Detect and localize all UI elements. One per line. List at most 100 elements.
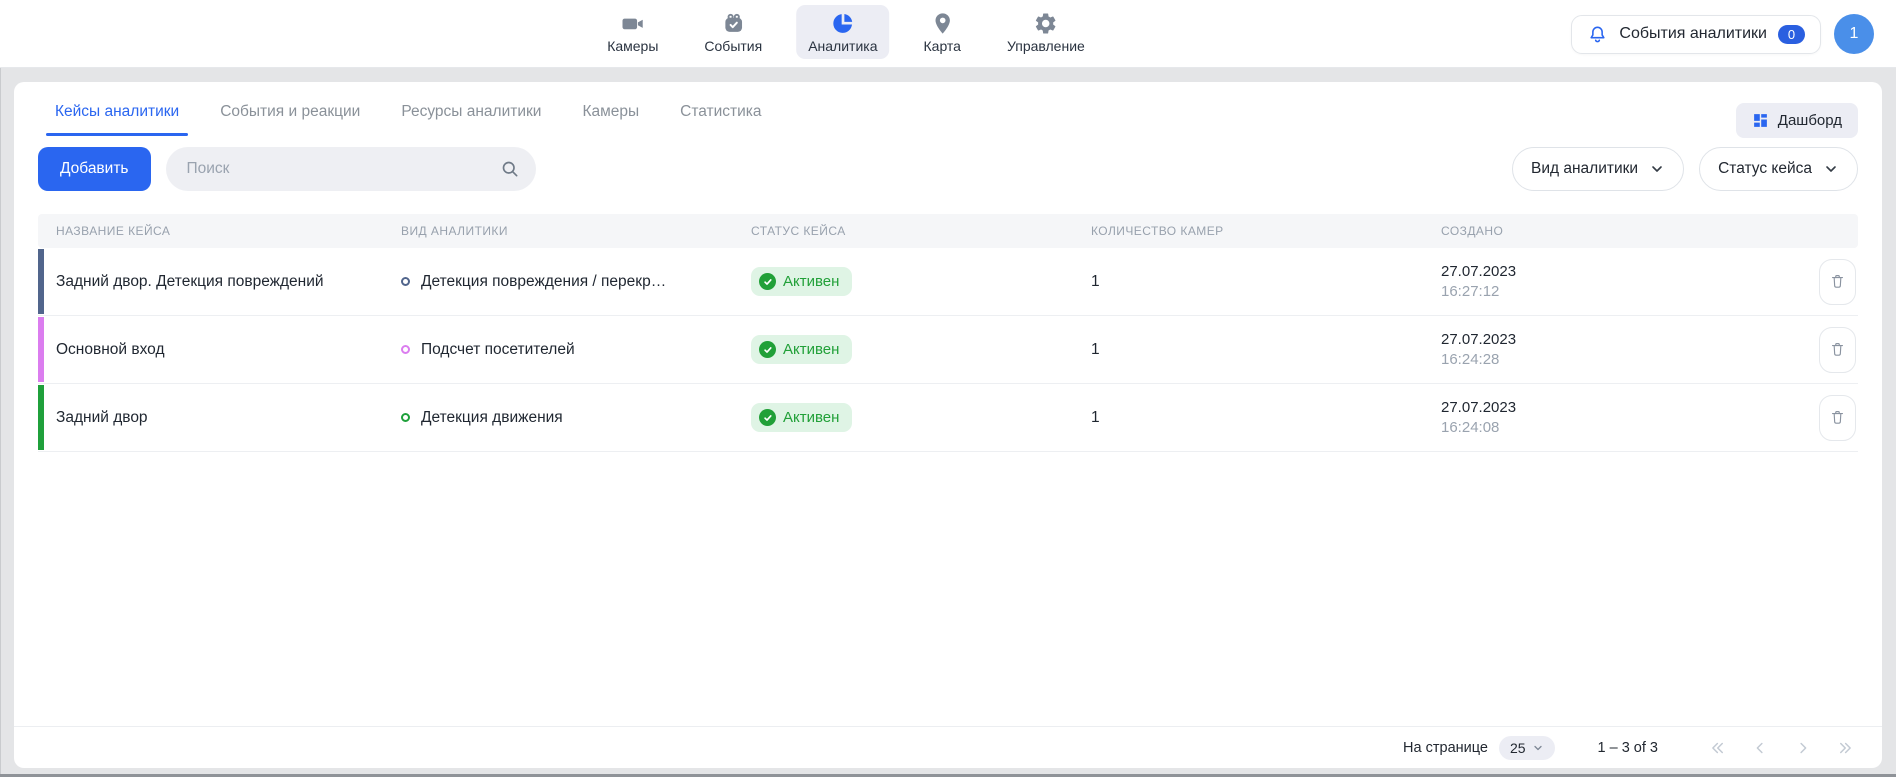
- analytics-type-filter-label: Вид аналитики: [1531, 160, 1638, 178]
- per-page-select[interactable]: 25: [1499, 736, 1555, 760]
- column-header-name: НАЗВАНИЕ КЕЙСА: [38, 224, 383, 238]
- created-date: 27.07.2023: [1441, 398, 1772, 418]
- first-page-icon[interactable]: [1708, 739, 1726, 757]
- avatar[interactable]: 1: [1834, 14, 1874, 54]
- case-status-filter-label: Статус кейса: [1718, 160, 1812, 178]
- created-cell: 27.07.2023 16:24:28: [1423, 330, 1772, 369]
- events-count-badge: 0: [1778, 25, 1805, 44]
- delete-case-button[interactable]: [1819, 259, 1856, 305]
- delete-case-button[interactable]: [1819, 395, 1856, 441]
- column-header-cameras: КОЛИЧЕСТВО КАМЕР: [1073, 224, 1423, 238]
- search-input[interactable]: [187, 160, 500, 178]
- case-status: Активен: [733, 267, 1073, 296]
- nav-label: Аналитика: [808, 38, 877, 54]
- nav-label: Карта: [924, 38, 961, 54]
- row-actions: [1772, 259, 1858, 305]
- table-header: НАЗВАНИЕ КЕЙСА ВИД АНАЛИТИКИ СТАТУС КЕЙС…: [38, 214, 1858, 248]
- status-badge: Активен: [751, 335, 852, 364]
- status-badge: Активен: [751, 403, 852, 432]
- per-page-control: На странице 25: [1403, 736, 1554, 760]
- dashboard-button-label: Дашборд: [1778, 112, 1842, 129]
- check-icon: [759, 341, 776, 358]
- map-pin-icon: [930, 11, 955, 36]
- chevron-down-icon: [1823, 161, 1839, 177]
- nav-item-cameras[interactable]: Камеры: [595, 5, 670, 59]
- last-page-icon[interactable]: [1837, 739, 1855, 757]
- top-bar: Камеры События Аналитика Карта Управлени…: [0, 0, 1896, 68]
- case-status: Активен: [733, 335, 1073, 364]
- case-name: Задний двор. Детекция повреждений: [38, 273, 383, 291]
- nav-item-analytics[interactable]: Аналитика: [796, 5, 889, 59]
- toolbar: Добавить Вид аналитики Статус кейса: [14, 138, 1882, 191]
- tabs-row: Кейсы аналитики События и реакции Ресурс…: [14, 82, 1882, 138]
- per-page-value: 25: [1510, 740, 1526, 756]
- tabs: Кейсы аналитики События и реакции Ресурс…: [55, 103, 762, 136]
- status-badge: Активен: [751, 267, 852, 296]
- table-row[interactable]: Основной вход Подсчет посетителей Активе…: [38, 316, 1858, 384]
- case-color-bar: [38, 317, 44, 382]
- pager: [1708, 739, 1855, 757]
- created-date: 27.07.2023: [1441, 262, 1772, 282]
- per-page-label: На странице: [1403, 740, 1488, 756]
- analytics-type-icon: [401, 413, 410, 422]
- analytics-cases-panel: Кейсы аналитики События и реакции Ресурс…: [14, 82, 1882, 768]
- nav-item-events[interactable]: События: [692, 5, 774, 59]
- case-analytics-type: Детекция движения: [383, 409, 733, 427]
- row-actions: [1772, 327, 1858, 373]
- events-icon: [721, 11, 746, 36]
- filters: Вид аналитики Статус кейса: [1512, 147, 1858, 191]
- check-icon: [759, 409, 776, 426]
- dashboard-button[interactable]: Дашборд: [1736, 103, 1858, 138]
- created-time: 16:27:12: [1441, 282, 1772, 302]
- nav-item-map[interactable]: Карта: [912, 5, 973, 59]
- camera-count: 1: [1073, 409, 1423, 427]
- chevron-down-icon: [1649, 161, 1665, 177]
- prev-page-icon[interactable]: [1751, 739, 1769, 757]
- nav-label: Камеры: [607, 38, 658, 54]
- next-page-icon[interactable]: [1794, 739, 1812, 757]
- tab-cameras[interactable]: Камеры: [582, 103, 639, 136]
- delete-case-button[interactable]: [1819, 327, 1856, 373]
- analytics-type-filter[interactable]: Вид аналитики: [1512, 147, 1684, 191]
- case-analytics-type: Детекция повреждения / перекр…: [383, 273, 733, 291]
- camera-icon: [620, 11, 645, 36]
- nav-label: События: [704, 38, 762, 54]
- nav-item-management[interactable]: Управление: [995, 5, 1097, 59]
- case-name: Основной вход: [38, 341, 383, 359]
- analytics-events-button[interactable]: События аналитики 0: [1571, 15, 1821, 54]
- bell-icon: [1587, 24, 1608, 45]
- chevron-down-icon: [1532, 742, 1544, 754]
- nav-label: Управление: [1007, 38, 1085, 54]
- created-cell: 27.07.2023 16:27:12: [1423, 262, 1772, 301]
- table-footer: На странице 25 1 – 3 of 3: [14, 726, 1882, 768]
- dashboard-icon: [1752, 112, 1769, 129]
- pagination-range: 1 – 3 of 3: [1598, 740, 1658, 756]
- camera-count: 1: [1073, 341, 1423, 359]
- created-time: 16:24:28: [1441, 350, 1772, 370]
- case-color-bar: [38, 249, 44, 314]
- main-nav: Камеры События Аналитика Карта Управлени…: [595, 5, 1097, 59]
- add-case-button[interactable]: Добавить: [38, 147, 151, 191]
- case-name: Задний двор: [38, 409, 383, 427]
- camera-count: 1: [1073, 273, 1423, 291]
- table-row[interactable]: Задний двор Детекция движения Активен 1 …: [38, 384, 1858, 452]
- search-icon[interactable]: [500, 159, 520, 179]
- tab-events-reactions[interactable]: События и реакции: [220, 103, 360, 136]
- tab-statistics[interactable]: Статистика: [680, 103, 761, 136]
- created-cell: 27.07.2023 16:24:08: [1423, 398, 1772, 437]
- case-color-bar: [38, 385, 44, 450]
- column-header-status: СТАТУС КЕЙСА: [733, 224, 1073, 238]
- cases-table: НАЗВАНИЕ КЕЙСА ВИД АНАЛИТИКИ СТАТУС КЕЙС…: [38, 214, 1858, 452]
- tab-analytics-resources[interactable]: Ресурсы аналитики: [401, 103, 541, 136]
- analytics-type-icon: [401, 277, 410, 286]
- case-analytics-type: Подсчет посетителей: [383, 341, 733, 359]
- case-status-filter[interactable]: Статус кейса: [1699, 147, 1858, 191]
- events-button-label: События аналитики: [1619, 25, 1767, 43]
- check-icon: [759, 273, 776, 290]
- column-header-type: ВИД АНАЛИТИКИ: [383, 224, 733, 238]
- tab-analytics-cases[interactable]: Кейсы аналитики: [55, 103, 179, 136]
- column-header-created: СОЗДАНО: [1423, 224, 1772, 238]
- window-edge: [0, 0, 1, 777]
- table-row[interactable]: Задний двор. Детекция повреждений Детекц…: [38, 248, 1858, 316]
- row-actions: [1772, 395, 1858, 441]
